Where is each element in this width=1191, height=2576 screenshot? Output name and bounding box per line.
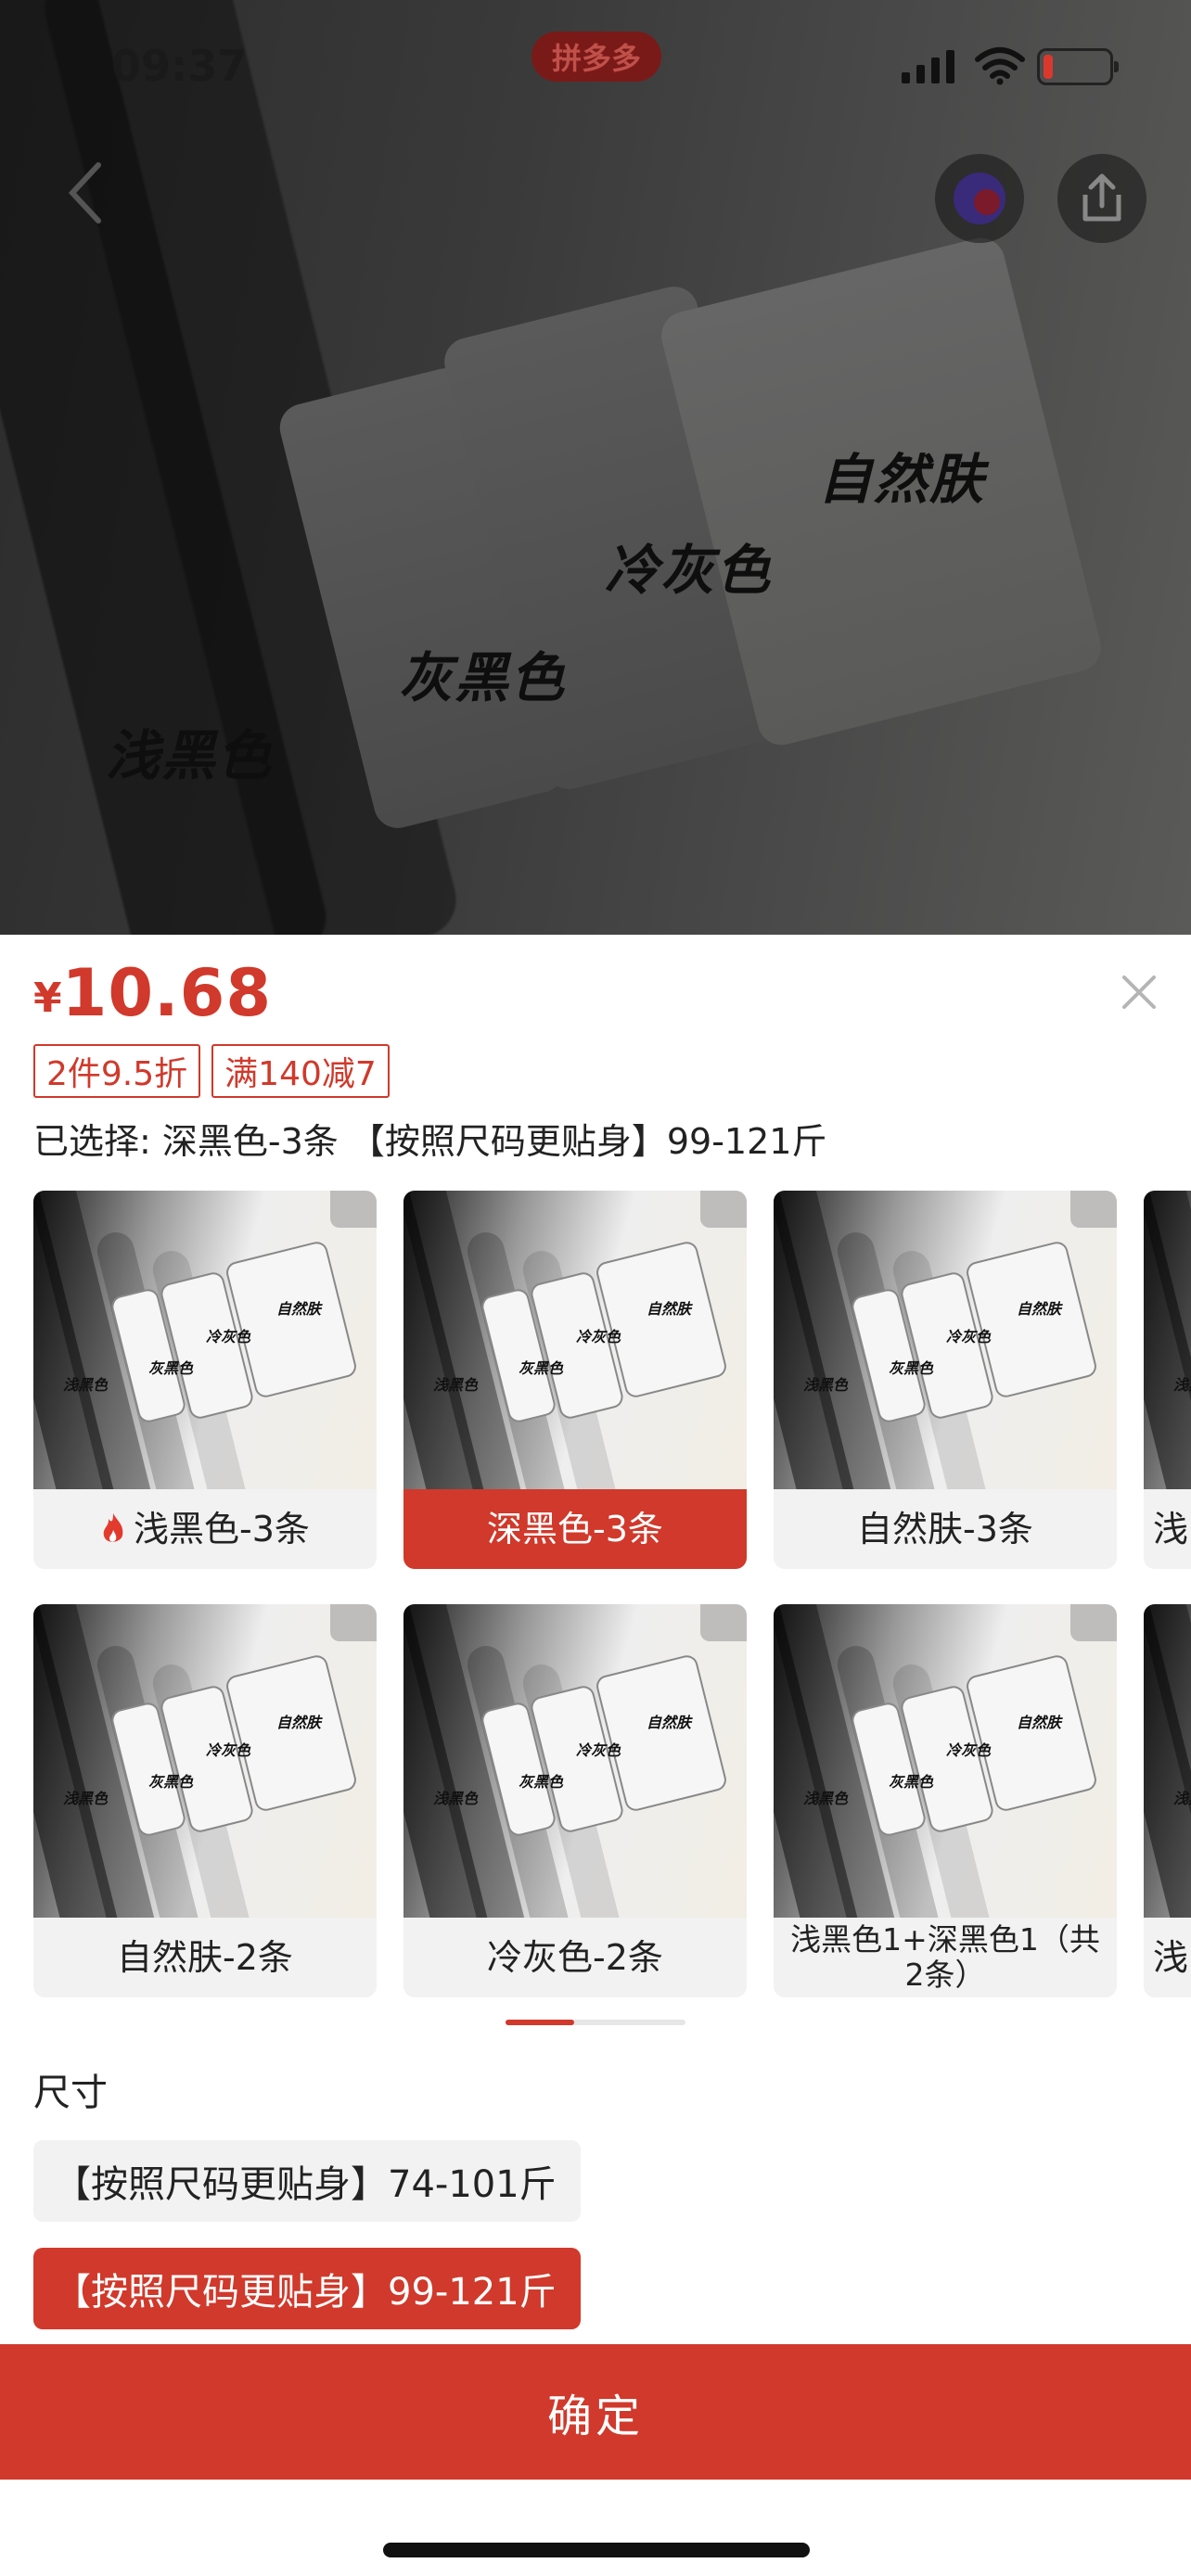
- option-label: 浅: [1153, 1509, 1189, 1549]
- selected-summary: 已选择: 深黑色-3条 【按照尺码更贴身】99-121斤: [33, 1121, 827, 1162]
- thumb-label: 浅黑色: [63, 1790, 109, 1807]
- option-label: 自然肤-2条: [117, 1937, 293, 1978]
- thumb-label: 冷灰色: [576, 1328, 621, 1345]
- share-button[interactable]: [1057, 154, 1146, 243]
- thumb-label: 冷灰色: [206, 1328, 251, 1345]
- promo-tag: 满140减7: [211, 1044, 390, 1098]
- hot-flame-icon: [103, 1513, 123, 1542]
- thumb-label: 浅黑色: [433, 1790, 479, 1807]
- thumb-label: 冷灰色: [576, 1741, 621, 1759]
- promo-tag: 2件9.5折: [33, 1044, 201, 1098]
- color-option[interactable]: 自然肤冷灰色 灰黑色浅黑色 自然肤-2条: [33, 1604, 377, 1997]
- zoom-icon[interactable]: [700, 1191, 747, 1228]
- thumb-label: 灰黑色: [519, 1773, 564, 1791]
- zoom-icon[interactable]: [330, 1191, 377, 1228]
- thumb-label: 浅黑色: [803, 1376, 849, 1394]
- option-thumbnail: 自然肤冷灰色灰黑色浅黑色: [774, 1191, 1117, 1489]
- hero-label-grey-black: 灰黑色: [399, 646, 567, 709]
- sku-sheet: ¥10.68 2件9.5折 满140减7 已选择: 深黑色-3条 【按照尺码更贴…: [0, 935, 1191, 2576]
- thumb-label: 浅黑色: [1173, 1790, 1191, 1807]
- thumb-label: 浅黑色: [803, 1790, 849, 1807]
- thumb-label: 灰黑色: [519, 1359, 564, 1377]
- product-hero-image: 自然肤 冷灰色 灰黑色 浅黑色 09:37 拼多多: [0, 0, 1191, 935]
- color-option[interactable]: 自然肤冷灰色 灰黑色浅黑色 自然肤-3条: [774, 1191, 1117, 1569]
- thumb-label: 灰黑色: [889, 1359, 934, 1377]
- share-icon: [1082, 173, 1121, 222]
- size-section-title: 尺寸: [33, 2072, 108, 2114]
- grid-page-indicator: [506, 2020, 685, 2025]
- option-label: 深黑色-3条: [487, 1509, 663, 1549]
- signal-icon: [902, 50, 954, 83]
- option-label: 冷灰色-2条: [487, 1937, 663, 1978]
- option-label: 浅: [1153, 1937, 1189, 1978]
- color-option-selected[interactable]: 自然肤冷灰色 灰黑色浅黑色 深黑色-3条: [403, 1191, 747, 1569]
- thumb-label: 浅黑色: [433, 1376, 479, 1394]
- color-option[interactable]: 自然肤冷灰色灰黑色浅黑色 浅: [1144, 1604, 1191, 1997]
- thumb-label: 浅黑色: [1173, 1376, 1191, 1394]
- option-label: 自然肤-3条: [857, 1509, 1033, 1549]
- color-option[interactable]: 自然肤冷灰色 灰黑色浅黑色 浅黑色1+深黑色1（共2条）: [774, 1604, 1117, 1997]
- size-option[interactable]: 【按照尺码更贴身】74-101斤: [33, 2140, 581, 2222]
- thumb-label: 自然肤: [647, 1714, 692, 1731]
- hero-label-natural: 自然肤: [818, 448, 986, 511]
- size-option-selected[interactable]: 【按照尺码更贴身】99-121斤: [33, 2248, 581, 2329]
- thumb-label: 冷灰色: [206, 1741, 251, 1759]
- thumb-label: 自然肤: [1017, 1300, 1062, 1318]
- color-option[interactable]: 自然肤冷灰色 灰黑色浅黑色 浅黑色-3条: [33, 1191, 377, 1569]
- option-thumbnail: 自然肤冷灰色灰黑色浅黑色: [403, 1191, 747, 1489]
- option-label: 浅黑色1+深黑色1（共2条）: [790, 1921, 1100, 1993]
- price-currency: ¥: [33, 975, 62, 1022]
- thumb-label: 冷灰色: [946, 1741, 992, 1759]
- sku-selection-screen: 自然肤 冷灰色 灰黑色 浅黑色 09:37 拼多多 ¥10.68 2件9.5折 …: [0, 0, 1191, 2576]
- confirm-button[interactable]: 确定: [0, 2344, 1191, 2480]
- status-time: 09:37: [111, 41, 248, 91]
- price: ¥10.68: [33, 955, 272, 1031]
- status-bar: 09:37 拼多多: [0, 0, 1191, 121]
- zoom-icon[interactable]: [700, 1604, 747, 1641]
- close-icon[interactable]: [1119, 972, 1159, 1013]
- wifi-icon: [975, 47, 1025, 85]
- thumb-label: 浅黑色: [63, 1376, 109, 1394]
- zoom-icon[interactable]: [1070, 1604, 1117, 1641]
- home-indicator: [383, 2543, 810, 2557]
- battery-icon: [1037, 48, 1119, 85]
- store-avatar-icon: [954, 172, 1005, 224]
- store-avatar-button[interactable]: [935, 154, 1024, 243]
- price-value: 10.68: [61, 955, 273, 1031]
- thumb-label: 自然肤: [276, 1300, 322, 1318]
- option-thumbnail: 自然肤冷灰色灰黑色浅黑色: [774, 1604, 1117, 1918]
- option-thumbnail: 自然肤冷灰色灰黑色浅黑色: [33, 1604, 377, 1918]
- option-thumbnail: 自然肤冷灰色灰黑色浅黑色: [1144, 1191, 1191, 1489]
- option-label: 浅黑色-3条: [134, 1509, 310, 1549]
- app-tag: 拼多多: [531, 32, 661, 82]
- color-option[interactable]: 自然肤冷灰色灰黑色浅黑色 浅: [1144, 1191, 1191, 1569]
- thumb-label: 自然肤: [276, 1714, 322, 1731]
- option-thumbnail: 自然肤冷灰色灰黑色浅黑色: [33, 1191, 377, 1489]
- option-thumbnail: 自然肤冷灰色灰黑色浅黑色: [1144, 1604, 1191, 1918]
- thumb-label: 冷灰色: [946, 1328, 992, 1345]
- color-option-grid: 自然肤 冷灰色 灰黑色 浅黑色 浅黑色-3条 自然肤 冷灰色 灰黑色 浅黑色 深黑色-3条 …: [33, 1191, 1191, 2025]
- thumb-label: 自然肤: [647, 1300, 692, 1318]
- thumb-label: 自然肤: [1017, 1714, 1062, 1731]
- color-option[interactable]: 自然肤冷灰色 灰黑色浅黑色 冷灰色-2条: [403, 1604, 747, 1997]
- thumb-label: 灰黑色: [148, 1773, 194, 1791]
- option-thumbnail: 自然肤冷灰色灰黑色浅黑色: [403, 1604, 747, 1918]
- hero-label-cool-grey: 冷灰色: [605, 539, 773, 602]
- promo-tags: 2件9.5折 满140减7: [33, 1044, 390, 1098]
- hero-label-light-black: 浅黑色: [106, 724, 274, 787]
- back-arrow-icon[interactable]: [56, 156, 121, 230]
- zoom-icon[interactable]: [1070, 1191, 1117, 1228]
- zoom-icon[interactable]: [330, 1604, 377, 1641]
- thumb-label: 灰黑色: [148, 1359, 194, 1377]
- thumb-label: 灰黑色: [889, 1773, 934, 1791]
